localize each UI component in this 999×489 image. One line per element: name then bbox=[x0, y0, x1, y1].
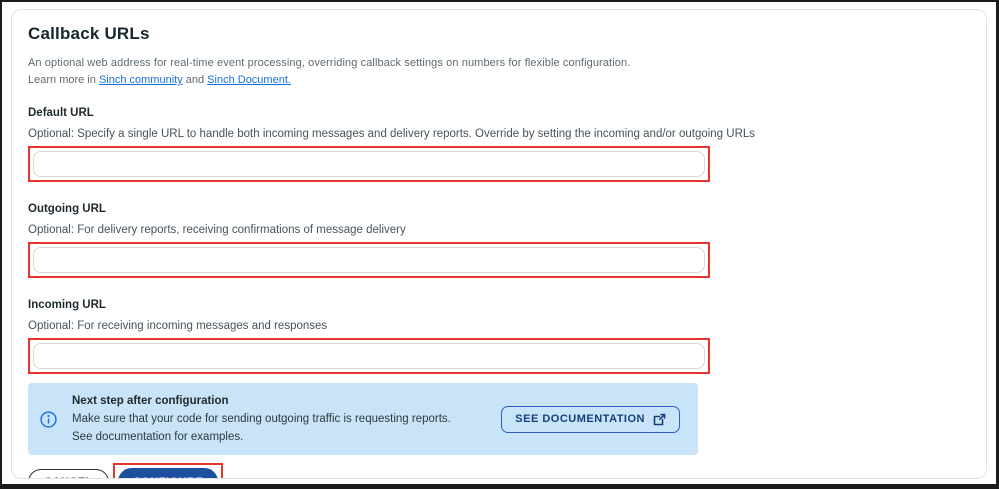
default-url-section: Default URL Optional: Specify a single U… bbox=[28, 107, 970, 182]
cancel-button[interactable]: CANCEL bbox=[28, 469, 109, 480]
incoming-url-label: Incoming URL bbox=[28, 299, 970, 311]
outgoing-url-annotation-highlight bbox=[28, 242, 710, 278]
incoming-url-section: Incoming URL Optional: For receiving inc… bbox=[28, 299, 970, 374]
configure-annotation-highlight: CONFIGURE bbox=[113, 463, 224, 479]
incoming-url-helper: Optional: For receiving incoming message… bbox=[28, 320, 970, 332]
learn-more-middle: and bbox=[183, 74, 207, 86]
outgoing-url-section: Outgoing URL Optional: For delivery repo… bbox=[28, 203, 970, 278]
info-box-text: Next step after configuration Make sure … bbox=[72, 395, 501, 443]
info-box-line2: See documentation for examples. bbox=[72, 431, 501, 443]
form-actions: CANCEL CONFIGURE bbox=[28, 463, 970, 479]
page-description: An optional web address for real-time ev… bbox=[28, 57, 970, 69]
callback-urls-panel: Callback URLs An optional web address fo… bbox=[11, 9, 987, 479]
see-documentation-button[interactable]: SEE DOCUMENTATION bbox=[501, 406, 680, 433]
info-box-line1: Make sure that your code for sending out… bbox=[72, 413, 501, 425]
see-documentation-label: SEE DOCUMENTATION bbox=[515, 413, 645, 425]
info-circle-icon bbox=[39, 411, 57, 428]
info-box-heading: Next step after configuration bbox=[72, 395, 501, 407]
incoming-url-annotation-highlight bbox=[28, 338, 710, 374]
default-url-label: Default URL bbox=[28, 107, 970, 119]
next-step-info-box: Next step after configuration Make sure … bbox=[28, 383, 698, 455]
default-url-input[interactable] bbox=[33, 151, 705, 177]
default-url-helper: Optional: Specify a single URL to handle… bbox=[28, 128, 970, 140]
default-url-annotation-highlight bbox=[28, 146, 710, 182]
outgoing-url-helper: Optional: For delivery reports, receivin… bbox=[28, 224, 970, 236]
outgoing-url-label: Outgoing URL bbox=[28, 203, 970, 215]
sinch-document-link[interactable]: Sinch Document. bbox=[207, 74, 291, 86]
sinch-community-link[interactable]: Sinch community bbox=[99, 74, 183, 86]
external-link-icon bbox=[653, 413, 666, 426]
outgoing-url-input[interactable] bbox=[33, 247, 705, 273]
learn-more-text: Learn more in Sinch community and Sinch … bbox=[28, 74, 970, 86]
configure-button[interactable]: CONFIGURE bbox=[118, 468, 219, 479]
page-title: Callback URLs bbox=[28, 24, 970, 44]
screenshot-frame: Callback URLs An optional web address fo… bbox=[0, 0, 999, 489]
incoming-url-input[interactable] bbox=[33, 343, 705, 369]
learn-more-prefix: Learn more in bbox=[28, 74, 99, 86]
